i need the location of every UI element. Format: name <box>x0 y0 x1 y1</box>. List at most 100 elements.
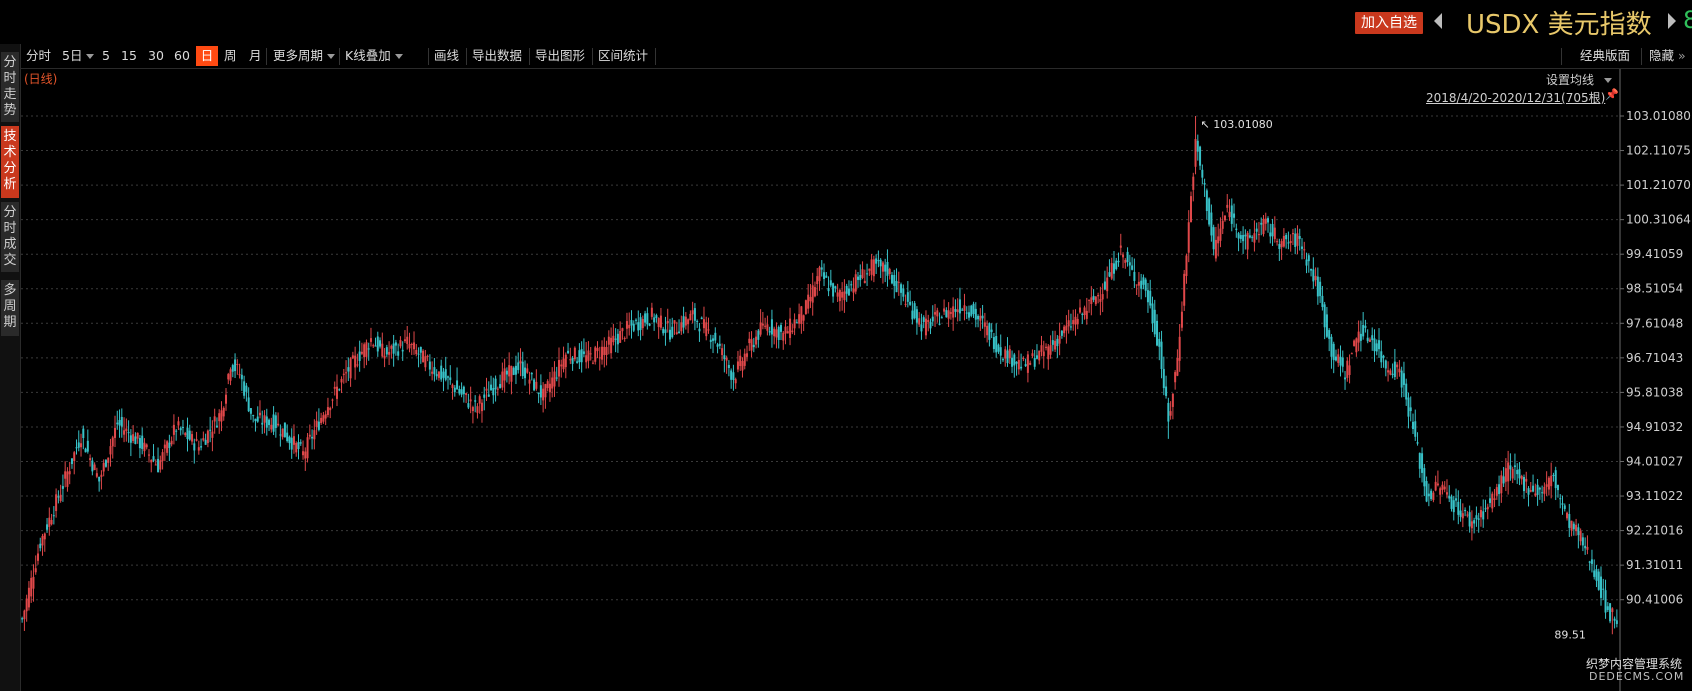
candle-body <box>1391 373 1394 375</box>
candle-body <box>102 462 105 472</box>
candle-body <box>340 378 343 383</box>
candle-body <box>147 454 150 456</box>
candle-body <box>752 344 755 348</box>
prev-symbol-arrow-icon[interactable] <box>1434 13 1442 29</box>
next-symbol-arrow-icon[interactable] <box>1668 13 1676 29</box>
candle-body <box>118 420 121 426</box>
candle-body <box>623 338 626 340</box>
pin-icon[interactable]: 📌 <box>1605 88 1619 101</box>
candle-body <box>36 553 39 561</box>
candle-body <box>184 433 187 436</box>
candle-body <box>1613 618 1616 621</box>
candle-body <box>1008 349 1011 359</box>
tb-separator <box>592 48 593 65</box>
candle-body <box>1178 336 1181 361</box>
candle-body <box>1230 205 1233 224</box>
candle-body <box>841 291 844 298</box>
tb-draw[interactable]: 画线 <box>431 46 462 66</box>
candle-body <box>1414 421 1417 437</box>
candle-body <box>175 430 178 432</box>
candle-body <box>1527 488 1530 495</box>
side-tab-technical[interactable]: 技术分析 <box>1 126 19 198</box>
candle-body <box>43 533 46 540</box>
candle-body <box>27 587 30 608</box>
candle-body <box>1495 487 1498 496</box>
date-range-label[interactable]: 2018/4/20-2020/12/31(705根) <box>1426 89 1605 106</box>
side-tab-intraday[interactable]: 分时走势 <box>1 52 19 122</box>
candle-body <box>517 362 520 371</box>
tb-15min[interactable]: 15 <box>118 46 140 66</box>
tb-classic-layout[interactable]: 经典版面 <box>1577 46 1633 66</box>
candle-body <box>795 322 798 324</box>
candle-body <box>625 321 628 329</box>
candle-body <box>965 312 968 314</box>
candle-body <box>1328 330 1331 339</box>
candle-body <box>1353 340 1356 346</box>
tb-more-periods[interactable]: 更多周期 <box>270 46 338 66</box>
candle-body <box>1298 236 1301 239</box>
candle-body <box>274 415 277 428</box>
candle-body <box>700 317 703 320</box>
candle-body <box>505 370 508 375</box>
ma-setting-dropdown[interactable]: 设置均线 <box>1546 71 1613 88</box>
side-tab-trades[interactable]: 分时成交 <box>1 202 19 272</box>
candle-body <box>1597 571 1600 590</box>
candle-body <box>1278 244 1281 249</box>
candle-body <box>533 379 536 391</box>
candle-body <box>1337 354 1340 363</box>
candle-body <box>610 337 613 354</box>
candle-body <box>1294 233 1297 247</box>
candle-body <box>936 310 939 317</box>
candle-body <box>410 343 413 345</box>
tb-range-stats[interactable]: 区间统计 <box>595 46 651 66</box>
candle-body <box>546 381 549 389</box>
candle-body <box>621 328 624 332</box>
tb-overlay[interactable]: K线叠加 <box>342 46 406 66</box>
candle-body <box>1593 570 1596 577</box>
candle-body <box>1556 484 1559 491</box>
tb-separator <box>655 48 656 65</box>
side-tab-multiperiod[interactable]: 多周期 <box>1 280 19 336</box>
tb-intraday[interactable]: 分时 <box>23 46 54 66</box>
candle-body <box>104 460 107 467</box>
candle-body <box>1128 262 1131 266</box>
candle-body <box>650 307 653 317</box>
candle-body <box>415 349 418 355</box>
candle-body <box>709 339 712 342</box>
candle-body <box>399 340 402 347</box>
candle-body <box>1563 505 1566 509</box>
candle-body <box>1235 228 1238 230</box>
candle-body <box>576 361 579 363</box>
candle-body <box>1214 239 1217 259</box>
candle-body <box>211 431 214 438</box>
candle-body <box>662 328 665 334</box>
candle-body <box>127 432 130 434</box>
tb-monthly[interactable]: 月 <box>246 46 265 66</box>
tb-5day[interactable]: 5日 <box>59 46 97 66</box>
tb-export-data[interactable]: 导出数据 <box>469 46 525 66</box>
tb-5min[interactable]: 5 <box>99 46 113 66</box>
candle-body <box>1090 297 1093 305</box>
candle-body <box>449 377 452 381</box>
tb-hide[interactable]: 隐藏» <box>1646 46 1689 66</box>
candle-body <box>1115 260 1118 270</box>
candle-body <box>1024 364 1027 367</box>
candle-body <box>675 332 678 334</box>
candle-body <box>741 360 744 371</box>
candle-body <box>596 347 599 352</box>
tb-export-image[interactable]: 导出图形 <box>532 46 588 66</box>
candle-body <box>177 421 180 426</box>
candle-body <box>1291 232 1294 235</box>
candle-body <box>1341 357 1344 367</box>
candle-body <box>95 473 98 477</box>
tb-60min[interactable]: 60 <box>171 46 193 66</box>
candle-body <box>200 446 203 448</box>
tb-30min[interactable]: 30 <box>145 46 167 66</box>
candle-body <box>225 394 228 404</box>
candle-body <box>1552 474 1555 476</box>
tb-weekly[interactable]: 周 <box>221 46 240 66</box>
add-to-watchlist-button[interactable]: 加入自选 <box>1355 12 1423 34</box>
candle-body <box>227 374 230 380</box>
candle-body <box>983 322 986 327</box>
tb-daily[interactable]: 日 <box>196 46 218 66</box>
